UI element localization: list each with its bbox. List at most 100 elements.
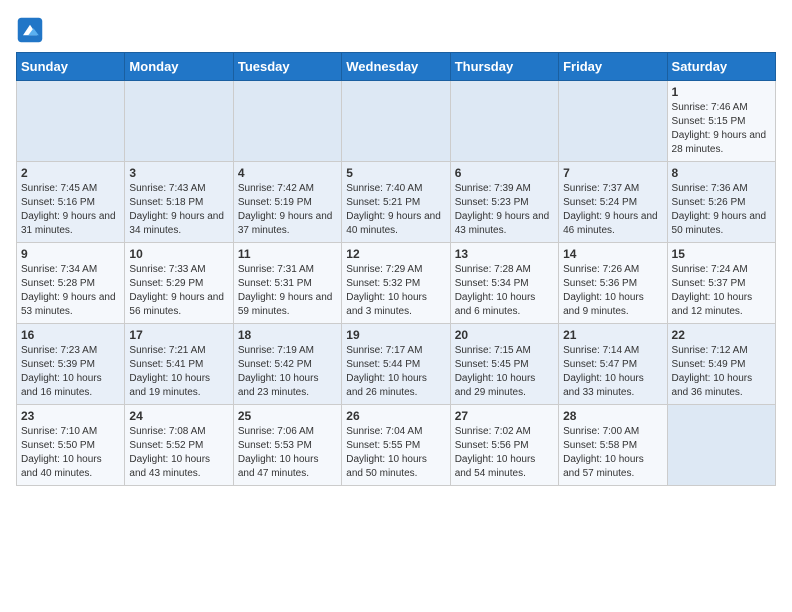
day-number: 2 <box>21 166 120 180</box>
day-info: Sunrise: 7:21 AM Sunset: 5:41 PM Dayligh… <box>129 344 228 400</box>
day-info: Sunrise: 7:15 AM Sunset: 5:45 PM Dayligh… <box>455 344 554 400</box>
day-number: 13 <box>455 247 554 261</box>
day-number: 27 <box>455 409 554 423</box>
day-info: Sunrise: 7:00 AM Sunset: 5:58 PM Dayligh… <box>563 425 662 481</box>
calendar-cell <box>559 81 667 162</box>
day-number: 16 <box>21 328 120 342</box>
calendar-cell: 2 Sunrise: 7:45 AM Sunset: 5:16 PM Daylig… <box>17 162 125 243</box>
calendar-cell: 27 Sunrise: 7:02 AM Sunset: 5:56 PM Dayli… <box>450 405 558 486</box>
header-row: SundayMondayTuesdayWednesdayThursdayFrid… <box>17 53 776 81</box>
day-info: Sunrise: 7:40 AM Sunset: 5:21 PM Dayligh… <box>346 182 445 238</box>
calendar-cell: 28 Sunrise: 7:00 AM Sunset: 5:58 PM Dayli… <box>559 405 667 486</box>
day-number: 3 <box>129 166 228 180</box>
day-info: Sunrise: 7:39 AM Sunset: 5:23 PM Dayligh… <box>455 182 554 238</box>
calendar-cell <box>233 81 341 162</box>
calendar-cell: 22Sunrise: 7:12 AM Sunset: 5:49 PM Dayli… <box>667 324 775 405</box>
day-number: 12 <box>346 247 445 261</box>
day-number: 25 <box>238 409 337 423</box>
day-number: 23 <box>21 409 120 423</box>
day-number: 21 <box>563 328 662 342</box>
day-number: 1 <box>672 85 771 99</box>
header-day: Wednesday <box>342 53 450 81</box>
calendar-cell: 24 Sunrise: 7:08 AM Sunset: 5:52 PM Dayli… <box>125 405 233 486</box>
calendar-body: 1 Sunrise: 7:46 AM Sunset: 5:15 PM Daylig… <box>17 81 776 486</box>
calendar-cell: 5Sunrise: 7:40 AM Sunset: 5:21 PM Daylig… <box>342 162 450 243</box>
day-info: Sunrise: 7:29 AM Sunset: 5:32 PM Dayligh… <box>346 263 445 319</box>
day-number: 22 <box>672 328 771 342</box>
header-day: Sunday <box>17 53 125 81</box>
calendar-cell: 21 Sunrise: 7:14 AM Sunset: 5:47 PM Dayli… <box>559 324 667 405</box>
day-info: Sunrise: 7:43 AM Sunset: 5:18 PM Dayligh… <box>129 182 228 238</box>
calendar-cell: 19Sunrise: 7:17 AM Sunset: 5:44 PM Dayli… <box>342 324 450 405</box>
day-info: Sunrise: 7:46 AM Sunset: 5:15 PM Dayligh… <box>672 101 771 157</box>
calendar-cell: 20 Sunrise: 7:15 AM Sunset: 5:45 PM Dayli… <box>450 324 558 405</box>
calendar-cell: 17 Sunrise: 7:21 AM Sunset: 5:41 PM Dayli… <box>125 324 233 405</box>
calendar-cell: 13 Sunrise: 7:28 AM Sunset: 5:34 PM Dayli… <box>450 243 558 324</box>
day-number: 14 <box>563 247 662 261</box>
calendar-week: 2 Sunrise: 7:45 AM Sunset: 5:16 PM Daylig… <box>17 162 776 243</box>
calendar-cell: 6 Sunrise: 7:39 AM Sunset: 5:23 PM Daylig… <box>450 162 558 243</box>
calendar-cell: 1 Sunrise: 7:46 AM Sunset: 5:15 PM Daylig… <box>667 81 775 162</box>
calendar-cell: 4 Sunrise: 7:42 AM Sunset: 5:19 PM Daylig… <box>233 162 341 243</box>
calendar-table: SundayMondayTuesdayWednesdayThursdayFrid… <box>16 52 776 486</box>
day-number: 26 <box>346 409 445 423</box>
calendar-cell: 15Sunrise: 7:24 AM Sunset: 5:37 PM Dayli… <box>667 243 775 324</box>
logo-icon <box>16 16 44 44</box>
calendar-cell: 9 Sunrise: 7:34 AM Sunset: 5:28 PM Daylig… <box>17 243 125 324</box>
day-info: Sunrise: 7:23 AM Sunset: 5:39 PM Dayligh… <box>21 344 120 400</box>
day-info: Sunrise: 7:28 AM Sunset: 5:34 PM Dayligh… <box>455 263 554 319</box>
calendar-cell: 25 Sunrise: 7:06 AM Sunset: 5:53 PM Dayli… <box>233 405 341 486</box>
calendar-cell: 14 Sunrise: 7:26 AM Sunset: 5:36 PM Dayli… <box>559 243 667 324</box>
day-number: 11 <box>238 247 337 261</box>
calendar-cell: 26 Sunrise: 7:04 AM Sunset: 5:55 PM Dayli… <box>342 405 450 486</box>
calendar-cell: 11 Sunrise: 7:31 AM Sunset: 5:31 PM Dayli… <box>233 243 341 324</box>
page-header <box>16 16 776 44</box>
day-info: Sunrise: 7:31 AM Sunset: 5:31 PM Dayligh… <box>238 263 337 319</box>
calendar-cell <box>342 81 450 162</box>
calendar-cell: 12 Sunrise: 7:29 AM Sunset: 5:32 PM Dayli… <box>342 243 450 324</box>
calendar-cell <box>450 81 558 162</box>
calendar-week: 16 Sunrise: 7:23 AM Sunset: 5:39 PM Dayli… <box>17 324 776 405</box>
day-info: Sunrise: 7:08 AM Sunset: 5:52 PM Dayligh… <box>129 425 228 481</box>
day-number: 15 <box>672 247 771 261</box>
header-day: Saturday <box>667 53 775 81</box>
day-number: 17 <box>129 328 228 342</box>
day-info: Sunrise: 7:26 AM Sunset: 5:36 PM Dayligh… <box>563 263 662 319</box>
day-info: Sunrise: 7:02 AM Sunset: 5:56 PM Dayligh… <box>455 425 554 481</box>
calendar-cell: 3 Sunrise: 7:43 AM Sunset: 5:18 PM Daylig… <box>125 162 233 243</box>
calendar-cell: 8 Sunrise: 7:36 AM Sunset: 5:26 PM Daylig… <box>667 162 775 243</box>
day-info: Sunrise: 7:36 AM Sunset: 5:26 PM Dayligh… <box>672 182 771 238</box>
day-info: Sunrise: 7:14 AM Sunset: 5:47 PM Dayligh… <box>563 344 662 400</box>
calendar-header: SundayMondayTuesdayWednesdayThursdayFrid… <box>17 53 776 81</box>
day-info: Sunrise: 7:34 AM Sunset: 5:28 PM Dayligh… <box>21 263 120 319</box>
day-number: 28 <box>563 409 662 423</box>
header-day: Friday <box>559 53 667 81</box>
day-number: 9 <box>21 247 120 261</box>
day-info: Sunrise: 7:19 AM Sunset: 5:42 PM Dayligh… <box>238 344 337 400</box>
header-day: Tuesday <box>233 53 341 81</box>
calendar-cell: 18 Sunrise: 7:19 AM Sunset: 5:42 PM Dayli… <box>233 324 341 405</box>
day-number: 7 <box>563 166 662 180</box>
calendar-cell: 7Sunrise: 7:37 AM Sunset: 5:24 PM Daylig… <box>559 162 667 243</box>
day-number: 18 <box>238 328 337 342</box>
day-number: 20 <box>455 328 554 342</box>
day-number: 19 <box>346 328 445 342</box>
day-info: Sunrise: 7:06 AM Sunset: 5:53 PM Dayligh… <box>238 425 337 481</box>
header-day: Thursday <box>450 53 558 81</box>
day-number: 6 <box>455 166 554 180</box>
day-info: Sunrise: 7:45 AM Sunset: 5:16 PM Dayligh… <box>21 182 120 238</box>
calendar-cell <box>125 81 233 162</box>
day-info: Sunrise: 7:33 AM Sunset: 5:29 PM Dayligh… <box>129 263 228 319</box>
day-number: 10 <box>129 247 228 261</box>
header-day: Monday <box>125 53 233 81</box>
day-info: Sunrise: 7:04 AM Sunset: 5:55 PM Dayligh… <box>346 425 445 481</box>
calendar-cell: 23 Sunrise: 7:10 AM Sunset: 5:50 PM Dayli… <box>17 405 125 486</box>
calendar-week: 9 Sunrise: 7:34 AM Sunset: 5:28 PM Daylig… <box>17 243 776 324</box>
day-info: Sunrise: 7:42 AM Sunset: 5:19 PM Dayligh… <box>238 182 337 238</box>
day-number: 8 <box>672 166 771 180</box>
day-number: 4 <box>238 166 337 180</box>
day-info: Sunrise: 7:10 AM Sunset: 5:50 PM Dayligh… <box>21 425 120 481</box>
calendar-cell <box>667 405 775 486</box>
day-number: 24 <box>129 409 228 423</box>
calendar-week: 23 Sunrise: 7:10 AM Sunset: 5:50 PM Dayli… <box>17 405 776 486</box>
